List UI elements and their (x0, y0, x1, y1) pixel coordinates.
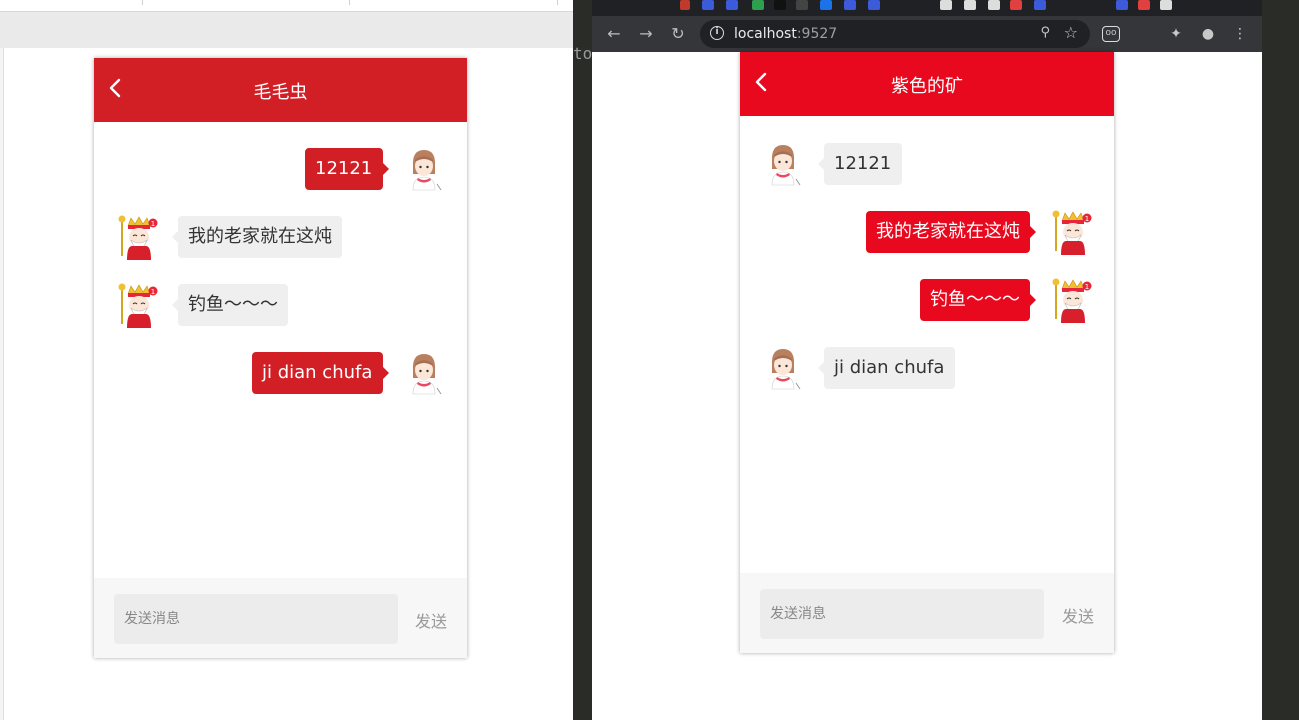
tab-favicon-icon[interactable] (1034, 0, 1046, 10)
bookmark-star-icon[interactable]: ☆ (1064, 23, 1078, 42)
url-text: localhost:9527 (734, 26, 838, 42)
forward-arrow-icon[interactable]: → (636, 24, 656, 44)
tab-favicon-icon[interactable] (1138, 0, 1150, 10)
svg-text:1: 1 (151, 220, 155, 228)
reload-icon[interactable]: ↻ (668, 24, 688, 44)
god-of-wealth-avatar-icon: 1 (1048, 275, 1094, 325)
tab-favicon-icon[interactable] (796, 0, 808, 10)
tab-favicon-icon[interactable] (940, 0, 952, 10)
tab-favicon-icon[interactable] (1116, 0, 1128, 10)
left-gray-bar (0, 12, 573, 48)
browser-toolbar: ← → ↻ i localhost:9527 ⚲ ☆ oo ✦ ● ⋮ (592, 16, 1262, 52)
back-arrow-icon[interactable]: ← (604, 24, 624, 44)
tab-favicon-icon[interactable] (988, 0, 1000, 10)
browser-tab-strip (592, 0, 1262, 16)
god-of-wealth-avatar-icon: 1 (114, 280, 160, 330)
svg-text:1: 1 (151, 288, 155, 296)
message-bubble: 我的老家就在这炖 (172, 216, 342, 258)
tab-favicon-icon[interactable] (702, 0, 714, 10)
tab-favicon-icon[interactable] (964, 0, 976, 10)
tab-favicon-icon[interactable] (680, 0, 690, 10)
terminal-background (573, 0, 592, 720)
terminal-text-fragment: to (573, 44, 593, 63)
message-input[interactable] (114, 594, 398, 644)
send-button[interactable]: 发送 (1062, 603, 1094, 627)
left-page-edge (0, 48, 4, 720)
right-chat-phone: 紫色的矿 12121 1 我的老家就在这炖 1 钓鱼～～～ ji dian chufa 发… (740, 52, 1114, 653)
tab-favicon-icon[interactable] (726, 0, 738, 10)
terminal-background-right (1262, 0, 1299, 720)
message-bubble: 12121 (818, 143, 902, 185)
chat-title: 紫色的矿 (891, 76, 963, 97)
svg-text:1: 1 (1085, 283, 1089, 291)
chat-title: 毛毛虫 (253, 82, 308, 103)
girl-avatar-icon (760, 343, 806, 393)
address-bar[interactable]: i localhost:9527 ⚲ ☆ (700, 20, 1090, 48)
girl-avatar-icon (401, 144, 447, 194)
send-button[interactable]: 发送 (415, 608, 447, 632)
right-browser-window: ← → ↻ i localhost:9527 ⚲ ☆ oo ✦ ● ⋮ 紫色的矿… (592, 0, 1262, 720)
left-chat-phone: 毛毛虫 12121 1 我的老家就在这炖 1 钓鱼～～～ ji dian chufa 发送 (94, 58, 467, 658)
chat-footer: 发送 (740, 573, 1114, 653)
message-bubble: ji dian chufa (818, 347, 955, 389)
tab-favicon-icon[interactable] (774, 0, 786, 10)
girl-avatar-icon (401, 348, 447, 398)
tab-favicon-icon[interactable] (1160, 0, 1172, 10)
svg-text:1: 1 (1085, 215, 1089, 223)
chat-footer: 发送 (94, 578, 467, 658)
menu-kebab-icon[interactable]: ⋮ (1230, 24, 1250, 44)
message-bubble: 12121 (305, 148, 389, 190)
tab-favicon-icon[interactable] (752, 0, 764, 10)
girl-avatar-icon (760, 139, 806, 189)
puzzle-extensions-icon[interactable]: ✦ (1166, 24, 1186, 44)
message-bubble: 我的老家就在这炖 (866, 211, 1036, 253)
tab-favicon-icon[interactable] (844, 0, 856, 10)
chat-header: 紫色的矿 (740, 52, 1114, 116)
tab-favicon-icon[interactable] (868, 0, 880, 10)
message-bubble: 钓鱼～～～ (172, 284, 288, 326)
info-icon[interactable]: i (710, 26, 724, 40)
message-bubble: 钓鱼～～～ (920, 279, 1036, 321)
left-table-header-strip (0, 0, 573, 12)
left-browser-window: 毛毛虫 12121 1 我的老家就在这炖 1 钓鱼～～～ ji dian chufa 发送 (0, 0, 573, 720)
profile-avatar-icon[interactable]: ● (1198, 24, 1218, 44)
tab-favicon-icon[interactable] (1010, 0, 1022, 10)
message-bubble: ji dian chufa (252, 352, 389, 394)
message-input[interactable] (760, 589, 1044, 639)
god-of-wealth-avatar-icon: 1 (114, 212, 160, 262)
extension-icon[interactable]: oo (1102, 26, 1120, 42)
chat-header: 毛毛虫 (94, 58, 467, 122)
god-of-wealth-avatar-icon: 1 (1048, 207, 1094, 257)
key-icon[interactable]: ⚲ (1040, 25, 1050, 40)
tab-favicon-icon[interactable] (820, 0, 832, 10)
